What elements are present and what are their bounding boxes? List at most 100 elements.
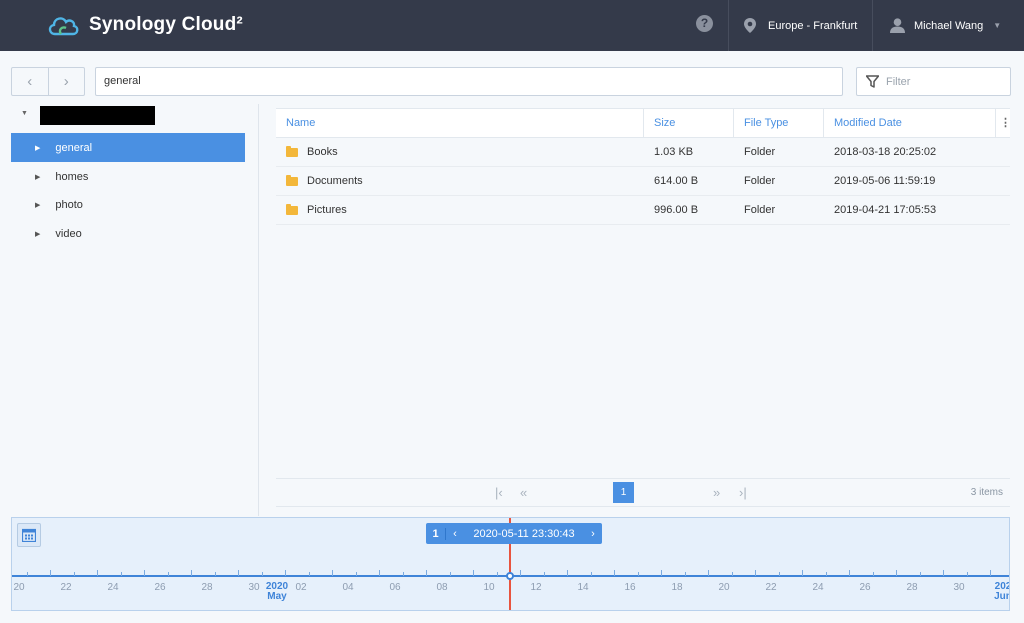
app-header: Synology Cloud² ? Europe - Frankfurt Mic… <box>0 0 1024 51</box>
column-header-file-type[interactable]: File Type <box>734 109 824 137</box>
timeline-day-label: 22 <box>765 582 777 593</box>
caret-right-icon[interactable]: ▶ <box>35 230 40 238</box>
timeline-tick <box>167 572 169 576</box>
last-page-button[interactable]: ›| <box>739 485 747 500</box>
timeline-tick <box>896 570 897 576</box>
app-logo: Synology Cloud² <box>46 10 243 40</box>
path-field[interactable]: general <box>95 67 843 96</box>
cell-size: 1.03 KB <box>654 146 694 158</box>
timeline-day-label: 26 <box>154 582 166 593</box>
timeline-tick <box>825 572 827 576</box>
calendar-button[interactable] <box>17 523 41 547</box>
timeline-tick <box>731 572 733 576</box>
chevron-down-icon: ▼ <box>993 21 1002 30</box>
timeline-tick <box>308 572 310 576</box>
column-header-modified-date[interactable]: Modified Date <box>824 109 996 137</box>
timeline-tick <box>473 570 474 576</box>
prev-version-button[interactable]: ‹ <box>446 528 464 540</box>
next-page-button[interactable]: » <box>713 485 720 500</box>
version-number: 1 <box>426 527 446 540</box>
location-pin-icon <box>744 18 756 33</box>
version-datetime: 2020-05-11 23:30:43 <box>473 527 575 540</box>
timeline-day-label: 26 <box>859 582 871 593</box>
timeline-tick <box>684 572 686 576</box>
timeline-day-label: 22 <box>60 582 72 593</box>
forward-button[interactable]: › <box>47 68 85 95</box>
caret-down-icon[interactable]: ▼ <box>21 110 28 117</box>
timeline-tick <box>73 572 75 576</box>
timeline-tick <box>402 572 404 576</box>
tree-item-label: video <box>55 227 82 240</box>
timeline-tick <box>755 570 756 576</box>
table-header: Name Size File Type Modified Date ⋮ <box>276 108 1011 138</box>
filter-input[interactable]: Filter <box>856 67 1011 96</box>
user-menu[interactable]: Michael Wang ▼ <box>890 0 1001 51</box>
timeline-day-label: 02 <box>295 582 307 593</box>
caret-right-icon[interactable]: ▶ <box>35 173 40 181</box>
timeline-day-label: 10 <box>483 582 495 593</box>
tree-item-homes[interactable]: ▶ homes <box>11 162 245 191</box>
file-name: Documents <box>307 175 363 187</box>
history-nav: ‹ › <box>11 67 85 96</box>
file-name: Pictures <box>307 204 347 216</box>
timeline-tick <box>614 570 615 576</box>
column-menu-icon[interactable]: ⋮ <box>996 109 1011 137</box>
timeline-cursor-handle[interactable] <box>506 572 514 580</box>
current-page[interactable]: 1 <box>613 482 634 503</box>
pagination-bar: |‹ « 1 » ›| 3 items <box>276 478 1010 507</box>
cell-type: Folder <box>744 204 776 216</box>
tree-root[interactable]: ▼ <box>11 104 258 128</box>
tree-item-photo[interactable]: ▶ photo <box>11 190 245 219</box>
cell-name: Books <box>276 145 644 158</box>
next-version-button[interactable]: › <box>584 528 602 540</box>
caret-right-icon[interactable]: ▶ <box>35 144 40 152</box>
month-name: Jun <box>994 591 1009 602</box>
column-header-name[interactable]: Name <box>276 109 644 137</box>
table-row[interactable]: Pictures 996.00 B Folder 2019-04-21 17:0… <box>276 196 1010 225</box>
cell-type: Folder <box>744 146 776 158</box>
timeline-day-label: 18 <box>671 582 683 593</box>
timeline-tick <box>426 570 427 576</box>
user-icon <box>890 18 905 33</box>
pane-divider[interactable] <box>258 104 259 516</box>
timeline-tick <box>849 570 850 576</box>
table-row[interactable]: Documents 614.00 B Folder 2019-05-06 11:… <box>276 167 1010 196</box>
cell-name: Documents <box>276 174 644 187</box>
timeline-tick <box>97 570 98 576</box>
timeline-day-label: 24 <box>107 582 119 593</box>
cell-size: 996.00 B <box>654 204 699 216</box>
cell-modified: 2019-05-06 11:59:19 <box>834 175 936 187</box>
file-table: Name Size File Type Modified Date ⋮ Book… <box>276 108 1011 225</box>
back-button[interactable]: ‹ <box>12 68 48 95</box>
column-header-size[interactable]: Size <box>644 109 734 137</box>
timeline-tick <box>449 572 451 576</box>
folder-icon <box>286 145 298 157</box>
tree-item-general[interactable]: ▶ general <box>11 133 245 162</box>
folder-icon <box>286 203 298 215</box>
first-page-button[interactable]: |‹ <box>495 485 503 500</box>
tree-item-label: general <box>55 141 93 154</box>
region-selector[interactable]: Europe - Frankfurt <box>744 0 857 51</box>
table-row[interactable]: Books 1.03 KB Folder 2018-03-18 20:25:02 <box>276 138 1010 167</box>
timeline-tick <box>191 570 192 576</box>
month-label-may: 2020 May <box>266 582 288 602</box>
tree-item-video[interactable]: ▶ video <box>11 219 245 248</box>
timeline-tick <box>238 570 239 576</box>
timeline-tick <box>661 570 662 576</box>
prev-page-button[interactable]: « <box>520 485 527 500</box>
version-timeline[interactable]: 20 22 24 26 28 30 02 04 06 08 10 12 14 16 18 20 22 24 26 28… <box>11 517 1010 611</box>
timeline-tick <box>943 570 944 576</box>
help-icon[interactable]: ? <box>696 15 713 32</box>
timeline-day-label: 30 <box>953 582 965 593</box>
timeline-tick <box>214 572 216 576</box>
timeline-tick <box>144 570 145 576</box>
folder-icon <box>286 174 298 186</box>
timeline-tick <box>543 572 545 576</box>
app-title: Synology Cloud² <box>89 14 243 35</box>
timeline-tick <box>919 572 921 576</box>
caret-right-icon[interactable]: ▶ <box>35 201 40 209</box>
timeline-tick <box>379 570 380 576</box>
timeline-day-label: 20 <box>13 582 25 593</box>
timeline-tick <box>285 570 286 576</box>
header-divider <box>872 0 873 51</box>
